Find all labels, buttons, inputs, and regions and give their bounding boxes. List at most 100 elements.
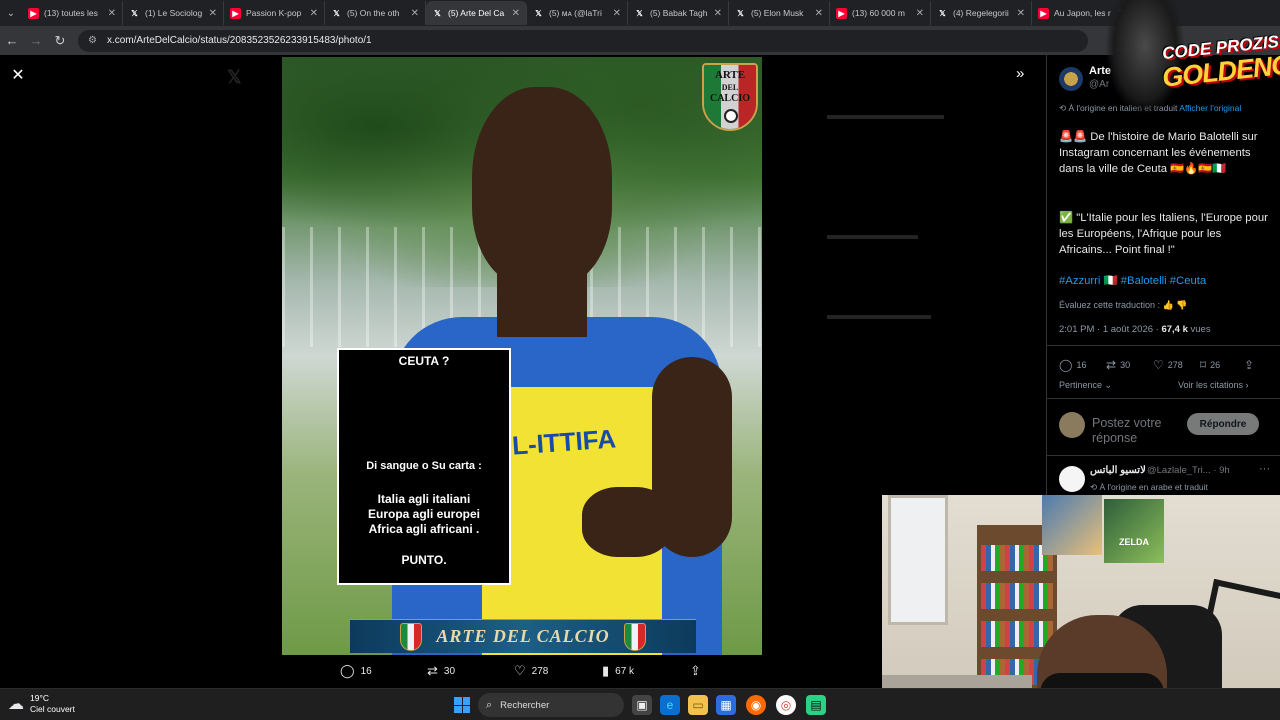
streaming-app-icon[interactable]: ▤ <box>806 695 826 715</box>
repost-button[interactable]: ⇄ 30 <box>427 663 455 679</box>
close-tab-icon[interactable]: ✕ <box>512 8 520 19</box>
browser-tab[interactable]: ▶ (13) toutes les ✕ <box>22 1 123 25</box>
browser-tab[interactable]: 𝕏 (5) Arte Del Ca ✕ <box>426 1 527 25</box>
heart-icon: ♡ <box>514 663 526 678</box>
tweet-text-paragraph-2: ✅ "L'Italie pour les Italiens, l'Europe … <box>1059 212 1268 256</box>
panel-share-button[interactable]: ⇪ <box>1244 358 1258 372</box>
share-button[interactable]: ⇪ <box>690 663 707 679</box>
reply-author-name[interactable]: لاتسيو الباتس <box>1090 465 1146 476</box>
forward-icon[interactable]: → <box>24 33 48 48</box>
close-tab-icon[interactable]: ✕ <box>310 8 318 19</box>
panel-reply-button[interactable]: ◯ 16 <box>1059 358 1086 372</box>
chrome-icon[interactable]: ◎ <box>776 695 796 715</box>
avatar[interactable] <box>1059 412 1085 438</box>
repost-count: 30 <box>443 665 456 677</box>
thumbs-up-icon[interactable]: 👍 <box>1163 300 1174 310</box>
browser-tab[interactable]: 𝕏 (5) ᴍᴀ (@laTri ✕ <box>527 1 628 25</box>
close-tab-icon[interactable]: ✕ <box>108 8 116 19</box>
x-icon: 𝕏 <box>737 8 744 18</box>
browser-tab[interactable]: 𝕏 (5) Babak Tagh ✕ <box>628 1 729 25</box>
close-tab-icon[interactable]: ✕ <box>411 8 419 19</box>
expand-panel-icon[interactable]: » <box>1016 65 1024 82</box>
tweet-time[interactable]: 2:01 PM · 1 août 2026 · <box>1059 324 1159 335</box>
firefox-icon[interactable]: ◉ <box>746 695 766 715</box>
close-tab-icon[interactable]: ✕ <box>1017 8 1025 19</box>
story-line-4: Africa agli africani . <box>368 522 480 536</box>
search-placeholder: Rechercher <box>500 699 550 711</box>
tweet-photo[interactable]: L-ITTIFA ARTE DEL CALCIO CEUTA ? Di sang… <box>282 57 762 655</box>
sort-relevance-dropdown[interactable]: Pertinence ⌄ <box>1059 380 1112 391</box>
story-line-3: Europa agli europei <box>367 507 481 521</box>
dim-heading-2: ▬▬▬▬▬▬▬ <box>827 227 918 242</box>
x-icon: 𝕏 <box>434 8 441 18</box>
file-explorer-icon[interactable]: ▭ <box>688 695 708 715</box>
reply-input[interactable]: Postez votre réponse <box>1092 416 1202 444</box>
youtube-icon: ▶ <box>28 7 39 19</box>
x-icon: 𝕏 <box>535 8 542 18</box>
tab-search-icon[interactable]: ⌄ <box>0 0 22 26</box>
taskbar-search[interactable]: ⌕ Rechercher <box>478 693 624 717</box>
weather-widget[interactable]: ☁ 19°C Ciel couvert <box>8 693 75 715</box>
chevron-down-icon: ⌄ <box>1102 380 1113 390</box>
close-tab-icon[interactable]: ✕ <box>209 8 217 19</box>
tweet-text-paragraph-1: 🚨🚨 De l'histoire de Mario Balotelli sur … <box>1059 131 1258 175</box>
back-icon[interactable]: ← <box>0 33 24 48</box>
views-button[interactable]: ▮ 67 k <box>602 663 634 679</box>
browser-tab[interactable]: ▶ (13) 60 000 m ✕ <box>830 1 931 25</box>
webcam-overlay: ZELDA <box>882 495 1280 720</box>
webcam-poster <box>1042 495 1102 555</box>
browser-tab[interactable]: 𝕏 (5) Elon Musk ✕ <box>729 1 830 25</box>
repost-icon: ⇄ <box>1106 358 1117 372</box>
view-quotes-label: Voir les citations <box>1178 380 1244 390</box>
chevron-right-icon: › <box>1243 380 1249 390</box>
browser-tab[interactable]: ▶ Passion K-pop ✕ <box>224 1 325 25</box>
relevance-label: Pertinence <box>1059 380 1103 390</box>
reply-author-handle[interactable]: @Lazlale_Tri... · 9h <box>1147 465 1230 476</box>
store-icon[interactable]: ▦ <box>716 695 736 715</box>
panel-like-button[interactable]: ♡ 278 <box>1153 358 1183 372</box>
panel-bookmark-count: 26 <box>1210 360 1221 370</box>
shield-icon <box>623 622 646 651</box>
site-info-icon[interactable]: ⚙ <box>88 35 97 46</box>
reply-button[interactable]: ◯ 16 <box>340 663 372 679</box>
youtube-icon: ▶ <box>1038 7 1049 19</box>
tab-label: (5) On the oth <box>347 8 400 18</box>
close-tab-icon[interactable]: ✕ <box>916 8 924 19</box>
arte-del-calcio-logo: ARTE DEL CALCIO <box>702 63 758 131</box>
x-icon: 𝕏 <box>636 8 643 18</box>
close-tab-icon[interactable]: ✕ <box>815 8 823 19</box>
like-button[interactable]: ♡ 278 <box>514 663 548 679</box>
panel-like-count: 278 <box>1167 360 1183 370</box>
banner-text: ARTE DEL CALCIO <box>436 626 610 646</box>
divider <box>1047 345 1280 346</box>
panel-bookmark-button[interactable]: ⌑ 26 <box>1200 358 1220 372</box>
share-icon: ⇪ <box>690 663 701 678</box>
close-tab-icon[interactable]: ✕ <box>613 8 621 19</box>
browser-tab[interactable]: 𝕏 (4) Regelegorii ✕ <box>931 1 1032 25</box>
browser-tab[interactable]: 𝕏 (1) Le Sociolog ✕ <box>123 1 224 25</box>
bookmark-icon: ⌑ <box>1200 358 1207 372</box>
task-view-icon[interactable]: ▣ <box>632 695 652 715</box>
views-count: 67 k <box>615 665 635 677</box>
view-quotes-link[interactable]: Voir les citations › <box>1178 380 1249 390</box>
avatar[interactable] <box>1059 466 1085 492</box>
temperature: 19°C <box>30 693 49 703</box>
panel-repost-button[interactable]: ⇄ 30 <box>1106 358 1130 372</box>
reload-icon[interactable]: ↻ <box>48 33 72 49</box>
edge-icon[interactable]: e <box>660 695 680 715</box>
browser-tab[interactable]: 𝕏 (5) On the oth ✕ <box>325 1 426 25</box>
avatar[interactable] <box>1059 67 1083 91</box>
webcam-window <box>888 495 948 625</box>
url-text: x.com/ArteDelCalcio/status/2083523526233… <box>106 35 372 46</box>
tweet-hashtags[interactable]: #Azzurri 🇮🇹 #Balotelli #Ceuta <box>1059 274 1273 287</box>
url-field[interactable]: ⚙ x.com/ArteDelCalcio/status/20835235262… <box>78 29 1088 52</box>
thumbs-down-icon[interactable]: 👎 <box>1176 300 1187 310</box>
close-tab-icon[interactable]: ✕ <box>714 8 722 19</box>
bar-chart-icon: ▮ <box>602 663 610 678</box>
instagram-story-card: CEUTA ? Di sangue o Su carta : Italia ag… <box>337 348 511 585</box>
reply-submit-button[interactable]: Répondre <box>1187 413 1259 435</box>
close-icon[interactable]: ✕ <box>8 65 28 85</box>
tab-label: (5) Arte Del Ca <box>448 8 505 18</box>
more-options-icon[interactable]: ··· <box>1259 463 1270 475</box>
windows-start-icon[interactable] <box>452 695 472 715</box>
